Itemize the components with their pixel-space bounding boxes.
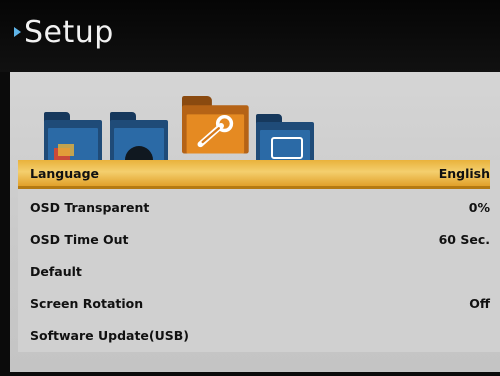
menu-item-value: English bbox=[438, 166, 490, 181]
menu-item-osd-transparent[interactable]: OSD Transparent 0% bbox=[18, 194, 490, 220]
menu-item-value: Off bbox=[469, 296, 490, 311]
menu-item-default[interactable]: Default bbox=[18, 258, 490, 284]
menu-item-language[interactable]: Language English bbox=[18, 160, 490, 189]
menu-item-label: Language bbox=[30, 166, 100, 181]
category-tabs bbox=[10, 72, 500, 164]
menu-item-software-update[interactable]: Software Update(USB) bbox=[18, 322, 490, 348]
menu-item-screen-rotation[interactable]: Screen Rotation Off bbox=[18, 290, 490, 316]
setup-menu-list: Language English OSD Transparent 0% OSD … bbox=[18, 160, 500, 352]
menu-item-label: Software Update(USB) bbox=[30, 328, 190, 343]
menu-item-value: 0% bbox=[468, 200, 490, 215]
menu-item-osd-time-out[interactable]: OSD Time Out 60 Sec. bbox=[18, 226, 490, 252]
menu-arrow-icon bbox=[14, 27, 21, 37]
title-bar: Setup bbox=[0, 0, 500, 72]
menu-item-value: 60 Sec. bbox=[438, 232, 490, 247]
menu-item-label: OSD Time Out bbox=[30, 232, 129, 247]
menu-item-label: Screen Rotation bbox=[30, 296, 144, 311]
page-title: Setup bbox=[24, 15, 114, 50]
menu-item-label: Default bbox=[30, 264, 82, 279]
menu-item-label: OSD Transparent bbox=[30, 200, 150, 215]
